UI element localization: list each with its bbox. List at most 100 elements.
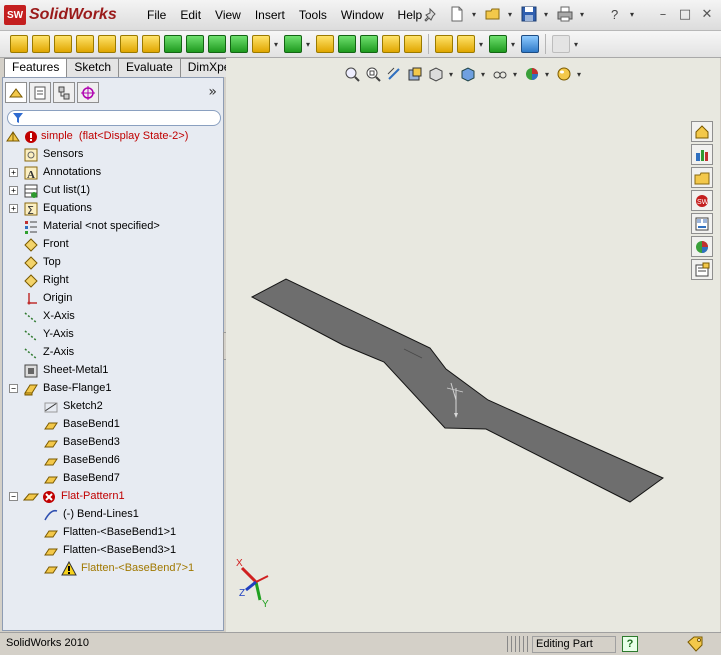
save-icon[interactable]	[520, 5, 538, 23]
hem-icon[interactable]	[120, 35, 138, 53]
toolbar-overflow-icon[interactable]: ▾	[574, 40, 580, 49]
vent-icon[interactable]	[316, 35, 334, 53]
tag-icon[interactable]	[686, 636, 704, 652]
tree-item-sheet-metal[interactable]: Sheet-Metal1	[3, 362, 223, 380]
lofted-bend-icon[interactable]	[54, 35, 72, 53]
unfold-icon[interactable]	[338, 35, 356, 53]
design-library-icon[interactable]	[691, 144, 713, 165]
close-icon[interactable]: ✕	[699, 6, 715, 22]
collapse-icon[interactable]: −	[9, 492, 18, 501]
menu-edit[interactable]: Edit	[173, 7, 208, 23]
cross-break-icon[interactable]	[186, 35, 204, 53]
tree-item-top-plane[interactable]: Top	[3, 254, 223, 272]
tree-item-sensors[interactable]: Sensors	[3, 146, 223, 164]
file-explorer-icon[interactable]	[691, 167, 713, 188]
tree-item-material[interactable]: Material <not specified>	[3, 218, 223, 236]
menu-tools[interactable]: Tools	[292, 7, 334, 23]
tree-root[interactable]: simple (flat<Display State-2>)	[3, 128, 223, 146]
tree-item-annotations[interactable]: + A Annotations	[3, 164, 223, 182]
tree-item-y-axis[interactable]: Y-Axis	[3, 326, 223, 344]
bend-lines-sketch-icon	[44, 509, 58, 521]
help-icon[interactable]: ?	[606, 5, 624, 23]
sheet-metal-part-model[interactable]	[226, 58, 720, 632]
minimize-icon[interactable]: –	[655, 6, 671, 22]
collapse-icon[interactable]: −	[9, 384, 18, 393]
tree-item-front-plane[interactable]: Front	[3, 236, 223, 254]
solidworks-resources-icon[interactable]	[691, 121, 713, 142]
fold-icon[interactable]	[360, 35, 378, 53]
tree-item-flat-pattern[interactable]: − Flat-Pattern1	[3, 488, 223, 506]
new-dropdown-icon[interactable]: ▾	[472, 10, 478, 19]
tree-item-basebend7[interactable]: BaseBend7	[3, 470, 223, 488]
print-dropdown-icon[interactable]: ▾	[580, 10, 586, 19]
expand-icon[interactable]: +	[9, 186, 18, 195]
new-document-icon[interactable]	[448, 5, 466, 23]
sketch-tool-icon[interactable]	[489, 35, 507, 53]
convert-to-sheet-metal-icon[interactable]	[32, 35, 50, 53]
tree-item-flatten-basebend7[interactable]: Flatten-<BaseBend7>1	[3, 560, 223, 578]
property-manager-tab-icon[interactable]	[29, 82, 51, 103]
expand-icon[interactable]: +	[9, 168, 18, 177]
flatten-tool-icon[interactable]	[382, 35, 400, 53]
tree-item-flatten-basebend1[interactable]: Flatten-<BaseBend1>1	[3, 524, 223, 542]
tree-filter-input[interactable]	[7, 110, 221, 126]
tree-item-origin[interactable]: Origin	[3, 290, 223, 308]
tree-item-bend-lines[interactable]: (-) Bend-Lines1	[3, 506, 223, 524]
extruded-cut-icon[interactable]	[521, 35, 539, 53]
appearances-scenes-icon[interactable]	[691, 236, 713, 257]
base-flange-tool-icon[interactable]	[10, 35, 28, 53]
sketched-bend-icon[interactable]	[164, 35, 182, 53]
tree-item-z-axis[interactable]: Z-Axis	[3, 344, 223, 362]
no-bends-icon[interactable]	[404, 35, 422, 53]
bends-dropdown-icon[interactable]: ▾	[479, 40, 485, 49]
jog-icon[interactable]	[142, 35, 160, 53]
feature-manager-tab-icon[interactable]	[5, 82, 27, 103]
open-folder-icon[interactable]	[484, 5, 502, 23]
quick-tips-help-icon[interactable]: ?	[622, 636, 638, 652]
panel-expand-icon[interactable]: »	[208, 84, 217, 100]
rip-icon[interactable]	[435, 35, 453, 53]
tree-item-right-plane[interactable]: Right	[3, 272, 223, 290]
edge-flange-icon[interactable]	[76, 35, 94, 53]
tree-item-equations[interactable]: + Σ Equations	[3, 200, 223, 218]
tree-item-x-axis[interactable]: X-Axis	[3, 308, 223, 326]
menu-insert[interactable]: Insert	[248, 7, 292, 23]
tree-item-basebend3[interactable]: BaseBend3	[3, 434, 223, 452]
dimxpert-manager-tab-icon[interactable]	[77, 82, 99, 103]
help-dropdown-icon[interactable]: ▾	[630, 10, 636, 19]
insert-bends-icon[interactable]	[457, 35, 475, 53]
corner-dropdown-icon[interactable]: ▾	[274, 40, 280, 49]
custom-properties-icon[interactable]	[691, 259, 713, 280]
app-logo[interactable]: SW SolidWorks	[4, 4, 117, 26]
forming-dropdown-icon[interactable]: ▾	[306, 40, 312, 49]
tree-item-basebend1[interactable]: BaseBend1	[3, 416, 223, 434]
tree-item-sketch2[interactable]: Sketch2	[3, 398, 223, 416]
tree-item-base-flange[interactable]: − Base-Flange1	[3, 380, 223, 398]
print-icon[interactable]	[556, 5, 574, 23]
menu-view[interactable]: View	[208, 7, 248, 23]
save-dropdown-icon[interactable]: ▾	[544, 10, 550, 19]
break-corner-icon[interactable]	[252, 35, 270, 53]
configuration-manager-tab-icon[interactable]	[53, 82, 75, 103]
view-palette-icon[interactable]	[691, 213, 713, 234]
plane-icon	[24, 274, 38, 288]
search-3dcontent-icon[interactable]: SW	[691, 190, 713, 211]
tree-item-flatten-basebend3[interactable]: Flatten-<BaseBend3>1	[3, 542, 223, 560]
tab-features[interactable]: Features	[4, 58, 68, 77]
welded-corner-icon[interactable]	[230, 35, 248, 53]
tree-item-cut-list[interactable]: + Cut list(1)	[3, 182, 223, 200]
tab-evaluate[interactable]: Evaluate	[118, 58, 181, 77]
miter-flange-icon[interactable]	[98, 35, 116, 53]
open-dropdown-icon[interactable]: ▾	[508, 10, 514, 19]
maximize-icon[interactable]: □	[677, 6, 693, 22]
tree-item-basebend6[interactable]: BaseBend6	[3, 452, 223, 470]
graphics-area[interactable]: ▾ ▾ ▾ ▾ ▾ X Z Y SW	[226, 58, 720, 632]
sketch-dropdown-icon[interactable]: ▾	[511, 40, 517, 49]
expand-icon[interactable]: +	[9, 204, 18, 213]
forming-tool-icon[interactable]	[284, 35, 302, 53]
menu-file[interactable]: File	[140, 7, 173, 23]
menu-window[interactable]: Window	[334, 7, 391, 23]
tab-sketch[interactable]: Sketch	[66, 58, 120, 77]
closed-corner-icon[interactable]	[208, 35, 226, 53]
pin-menu-icon[interactable]	[424, 7, 440, 23]
